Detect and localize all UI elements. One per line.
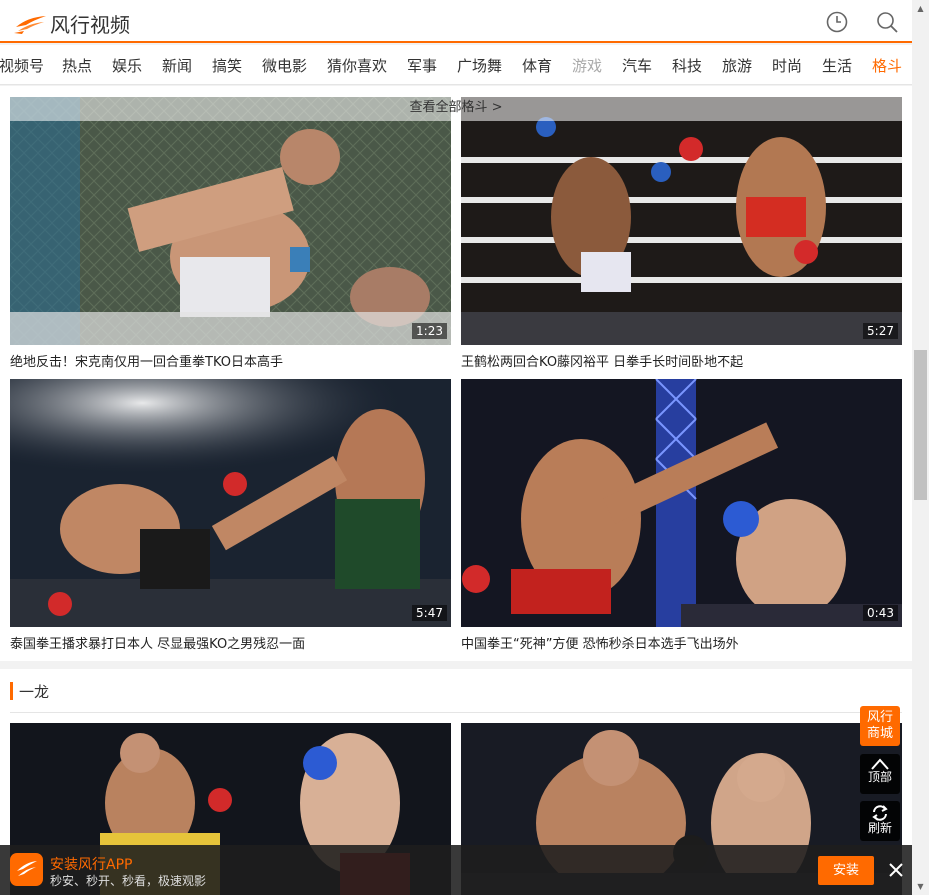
nav-item[interactable]: 猜你喜欢 <box>327 55 387 76</box>
video-thumbnail[interactable]: 5:27 <box>461 97 902 345</box>
history-clock-icon[interactable] <box>825 10 849 34</box>
view-all-link[interactable]: 查看全部格斗 > <box>0 96 912 115</box>
section-title-text: 一龙 <box>19 682 50 701</box>
logo-icon <box>14 15 46 34</box>
nav-item[interactable]: 旅游 <box>722 55 752 76</box>
video-thumbnail[interactable]: 5:47 <box>10 379 451 627</box>
nav-item[interactable]: 广场舞 <box>457 55 502 76</box>
nav-item[interactable]: 汽车 <box>622 55 652 76</box>
refresh-label: 刷新 <box>867 821 892 835</box>
nav-item[interactable]: 搞笑 <box>212 55 242 76</box>
refresh-button[interactable]: 刷新 <box>860 801 900 841</box>
section-title-bar <box>10 682 13 700</box>
nav-item[interactable]: 体育 <box>522 55 552 76</box>
nav-item[interactable]: 新闻 <box>162 55 192 76</box>
install-button[interactable]: 安装 <box>818 856 874 885</box>
video-title[interactable]: 绝地反击！宋克南仅用一回合重拳TKO日本高手 <box>10 351 451 370</box>
video-title[interactable]: 王鹤松两回合KO藤冈裕平 日拳手长时间卧地不起 <box>461 351 902 370</box>
nav-item[interactable]: 热点 <box>62 55 92 76</box>
app-logo-icon <box>10 853 43 886</box>
video-thumbnail-image <box>10 379 451 627</box>
video-duration: 5:27 <box>863 323 898 339</box>
video-card[interactable]: 1:23 绝地反击！宋克南仅用一回合重拳TKO日本高手 <box>10 97 451 370</box>
video-duration: 1:23 <box>412 323 447 339</box>
mall-label: 风行商城 <box>866 710 893 741</box>
refresh-icon <box>872 805 888 821</box>
nav-item[interactable]: 视频号 <box>0 55 44 76</box>
video-thumbnail-image <box>461 379 902 627</box>
app-banner-title: 安装风行APP <box>50 857 133 873</box>
header: 风行视频 <box>0 0 912 43</box>
nav-item[interactable]: 娱乐 <box>112 55 142 76</box>
scroll-up-icon[interactable]: ▲ <box>912 0 929 17</box>
section-title: 一龙 <box>10 681 49 701</box>
video-duration: 0:43 <box>863 605 898 621</box>
video-title[interactable]: 中国拳王“死神”方便 恐怖秒杀日本选手飞出场外 <box>461 633 902 652</box>
mall-button[interactable]: 风行商城 <box>860 706 900 746</box>
page: 风行视频 视频号 热点 娱乐 新闻 搞笑 微电影 猜你喜欢 军事 广场舞 体育 … <box>0 0 929 895</box>
chevron-up-icon <box>871 758 889 770</box>
nav-item-active[interactable]: 格斗 <box>872 55 902 76</box>
nav-item[interactable]: 生活 <box>822 55 852 76</box>
back-to-top-button[interactable]: 顶部 <box>860 754 900 794</box>
video-card[interactable]: 5:47 泰国拳王播求暴打日本人 尽显最强KO之男残忍一面 <box>10 379 451 652</box>
close-icon[interactable] <box>886 860 906 880</box>
nav-item[interactable]: 微电影 <box>262 55 307 76</box>
nav-item[interactable]: 军事 <box>407 55 437 76</box>
video-thumbnail[interactable]: 0:43 <box>461 379 902 627</box>
back-to-top-label: 顶部 <box>867 770 892 784</box>
app-banner-subtitle: 秒安、秒开、秒看，极速观影 <box>50 874 207 888</box>
video-thumbnail-image <box>461 97 902 345</box>
scroll-down-icon[interactable]: ▼ <box>912 878 929 895</box>
logo[interactable]: 风行视频 <box>14 9 130 38</box>
scrollbar-thumb[interactable] <box>914 350 927 500</box>
category-nav: 视频号 热点 娱乐 新闻 搞笑 微电影 猜你喜欢 军事 广场舞 体育 游戏 汽车… <box>0 45 912 85</box>
nav-item[interactable]: 科技 <box>672 55 702 76</box>
video-card[interactable]: 5:27 王鹤松两回合KO藤冈裕平 日拳手长时间卧地不起 <box>461 97 902 370</box>
search-icon[interactable] <box>875 10 899 34</box>
video-thumbnail[interactable]: 1:23 <box>10 97 451 345</box>
divider <box>10 712 902 713</box>
app-install-banner: 安装风行APP 秒安、秒开、秒看，极速观影 <box>0 845 912 895</box>
video-thumbnail-image <box>10 97 451 345</box>
video-title[interactable]: 泰国拳王播求暴打日本人 尽显最强KO之男残忍一面 <box>10 633 451 652</box>
nav-item[interactable]: 游戏 <box>572 55 602 76</box>
video-duration: 5:47 <box>412 605 447 621</box>
video-card[interactable]: 0:43 中国拳王“死神”方便 恐怖秒杀日本选手飞出场外 <box>461 379 902 652</box>
logo-text: 风行视频 <box>50 13 130 37</box>
nav-item[interactable]: 时尚 <box>772 55 802 76</box>
